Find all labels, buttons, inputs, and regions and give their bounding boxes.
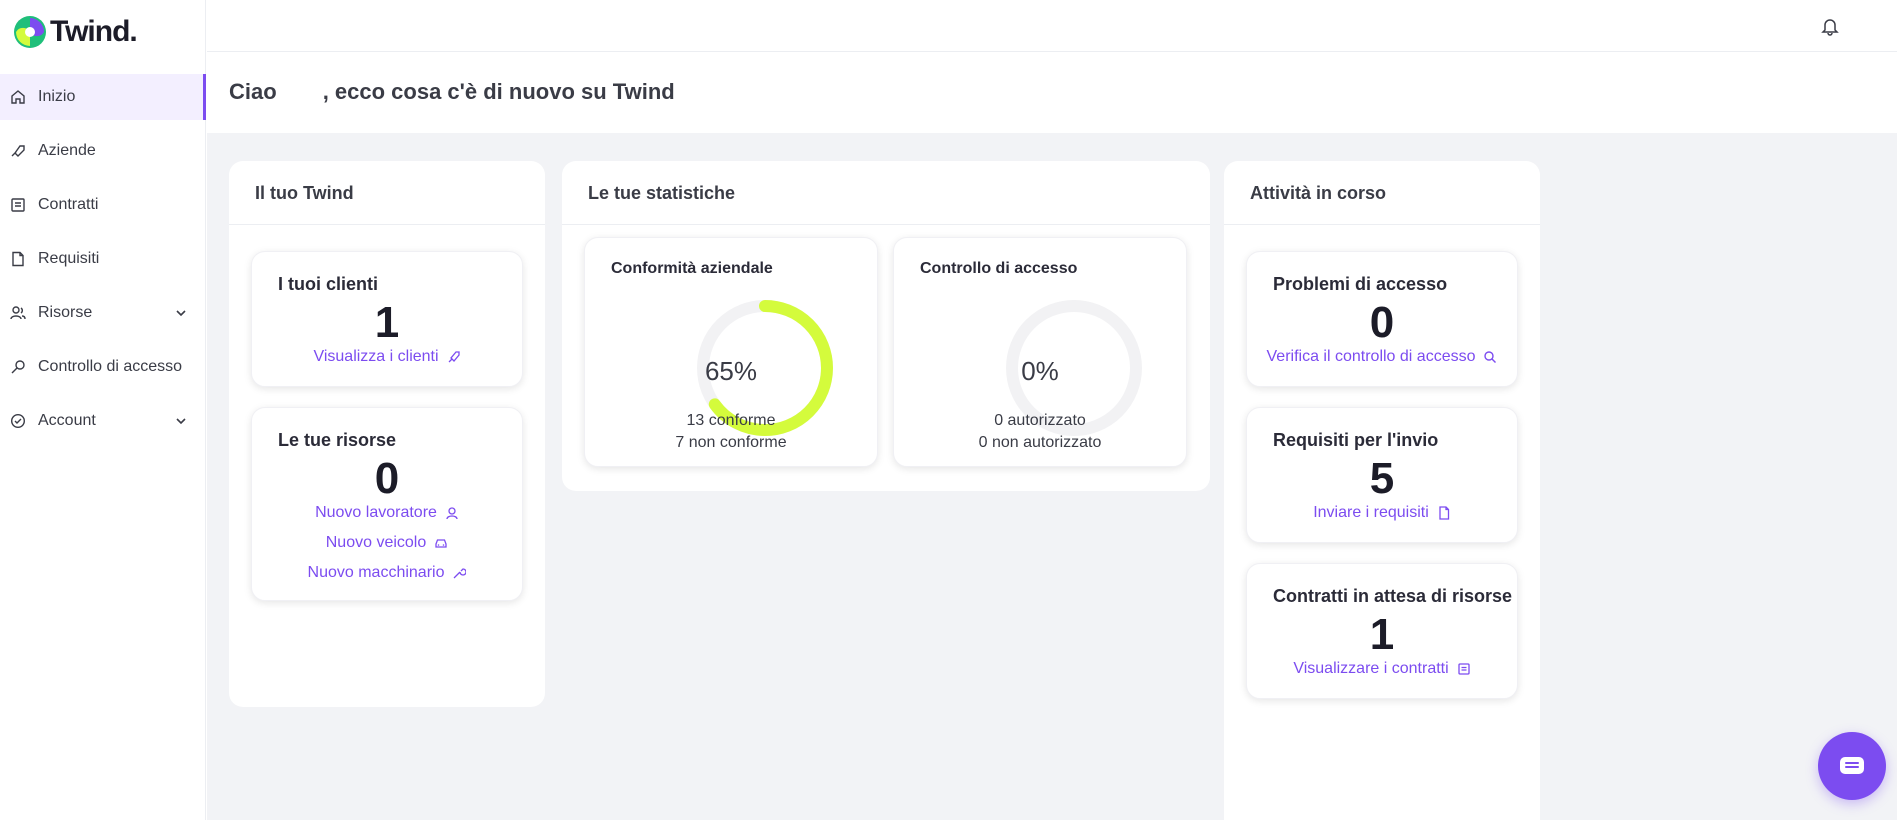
top-bar — [207, 0, 1897, 52]
chevron-down-icon[interactable] — [174, 306, 188, 320]
chat-icon — [1840, 757, 1864, 774]
resources-count: 0 — [374, 454, 400, 503]
chat-support-button[interactable] — [1818, 732, 1886, 800]
sidebar-item-label: Contratti — [38, 196, 99, 213]
sidebar-item-account[interactable]: Account — [0, 398, 206, 444]
panel-twind: Il tuo Twind I tuoi clienti 1 Visualizza… — [229, 161, 545, 707]
greeting-rest: , ecco cosa c'è di nuovo su Twind — [322, 79, 675, 104]
page-title: Ciao , ecco cosa c'è di nuovo su Twind — [229, 79, 675, 105]
wrench-icon — [452, 566, 467, 580]
sidebar-item-label: Account — [38, 412, 96, 429]
document-icon — [10, 251, 26, 267]
home-icon — [10, 89, 26, 105]
verify-access-control-link[interactable]: Verifica il controllo di accesso — [1247, 348, 1517, 366]
contract-icon — [10, 197, 26, 213]
sidebar-item-label: Risorse — [38, 304, 93, 321]
card-compliance: Conformità aziendale 65% 13 conforme 7 n… — [584, 237, 878, 467]
user-icon — [445, 506, 459, 520]
view-contracts-link[interactable]: Visualizzare i contratti — [1247, 660, 1517, 678]
handshake-icon — [10, 143, 26, 159]
link-label: Verifica il controllo di accesso — [1266, 348, 1476, 365]
panel-title: Attività in corso — [1224, 161, 1540, 225]
car-icon — [434, 536, 448, 550]
greeting-bar: Ciao , ecco cosa c'è di nuovo su Twind — [207, 53, 1897, 133]
sidebar: Twind. Inizio Aziende Contratti Requisit… — [0, 0, 206, 820]
access-problems-count: 0 — [1369, 298, 1395, 347]
link-label: Nuovo veicolo — [325, 534, 427, 551]
sidebar-item-inizio[interactable]: Inizio — [0, 74, 206, 120]
document-icon — [1437, 506, 1451, 520]
panel-title: Il tuo Twind — [229, 161, 545, 225]
new-worker-link[interactable]: Nuovo lavoratore — [252, 504, 522, 522]
sidebar-item-label: Controllo di accesso — [38, 358, 183, 375]
panel-activities: Attività in corso Problemi di accesso 0 … — [1224, 161, 1540, 820]
card-title: Controllo di accesso — [920, 260, 1078, 277]
compliant-count: 13 conforme — [686, 412, 776, 429]
clients-count: 1 — [374, 298, 400, 347]
search-icon — [1483, 350, 1497, 364]
sidebar-item-label: Aziende — [38, 142, 96, 159]
panel-stats: Le tue statistiche Conformità aziendale … — [562, 161, 1210, 491]
card-resources: Le tue risorse 0 Nuovo lavoratore Nuovo … — [251, 407, 523, 601]
card-title: I tuoi clienti — [278, 274, 379, 294]
send-requirements-link[interactable]: Inviare i requisiti — [1247, 504, 1517, 522]
sidebar-item-contratti[interactable]: Contratti — [0, 182, 206, 228]
twind-logo[interactable]: Twind. — [12, 14, 138, 50]
brand-name: Twind. — [50, 15, 138, 48]
pending-contracts-count: 1 — [1369, 610, 1395, 659]
card-clients: I tuoi clienti 1 Visualizza i clienti — [251, 251, 523, 387]
twind-logo-icon — [14, 16, 46, 48]
users-icon — [10, 305, 26, 321]
notification-bell-icon[interactable] — [1821, 16, 1839, 36]
chevron-down-icon[interactable] — [174, 414, 188, 428]
card-title: Problemi di accesso — [1273, 274, 1448, 294]
link-label: Nuovo lavoratore — [315, 504, 437, 521]
card-title: Conformità aziendale — [611, 260, 773, 277]
contract-icon — [1457, 662, 1471, 676]
handshake-icon — [447, 350, 461, 364]
card-title: Requisiti per l'invio — [1273, 430, 1439, 450]
account-icon — [10, 413, 26, 429]
sidebar-item-requisiti[interactable]: Requisiti — [0, 236, 206, 282]
sidebar-item-controllo-di-accesso[interactable]: Controllo di accesso — [0, 344, 206, 390]
sidebar-item-risorse[interactable]: Risorse — [0, 290, 206, 336]
sidebar-item-label: Inizio — [38, 88, 76, 105]
compliance-percent: 65% — [704, 356, 758, 386]
card-title: Le tue risorse — [278, 430, 397, 450]
new-machinery-link[interactable]: Nuovo macchinario — [252, 564, 522, 582]
link-label: Nuovo macchinario — [307, 564, 445, 581]
card-title: Contratti in attesa di risorse — [1273, 586, 1513, 606]
card-pending-contracts: Contratti in attesa di risorse 1 Visuali… — [1246, 563, 1518, 699]
card-access-control: Controllo di accesso 0% 0 autorizzato 0 … — [893, 237, 1187, 467]
view-clients-link[interactable]: Visualizza i clienti — [252, 348, 522, 366]
sidebar-nav: Inizio Aziende Contratti Requisiti Risor… — [0, 74, 206, 452]
link-label: Inviare i requisiti — [1313, 504, 1429, 521]
panel-title: Le tue statistiche — [562, 161, 1210, 225]
new-vehicle-link[interactable]: Nuovo veicolo — [252, 534, 522, 552]
dashboard-content: Il tuo Twind I tuoi clienti 1 Visualizza… — [207, 133, 1897, 820]
requirements-count: 5 — [1369, 454, 1395, 503]
non-compliant-count: 7 non conforme — [675, 434, 787, 451]
link-label: Visualizza i clienti — [313, 348, 439, 365]
sidebar-item-label: Requisiti — [38, 250, 100, 267]
authorized-count: 0 autorizzato — [994, 412, 1086, 429]
link-label: Visualizzare i contratti — [1293, 660, 1449, 677]
greeting-hello: Ciao — [229, 79, 277, 104]
card-access-problems: Problemi di accesso 0 Verifica il contro… — [1246, 251, 1518, 387]
unauthorized-count: 0 non autorizzato — [978, 434, 1102, 451]
sidebar-item-aziende[interactable]: Aziende — [0, 128, 206, 174]
key-icon — [10, 359, 26, 375]
access-percent: 0% — [1021, 356, 1059, 386]
card-requirements: Requisiti per l'invio 5 Inviare i requis… — [1246, 407, 1518, 543]
